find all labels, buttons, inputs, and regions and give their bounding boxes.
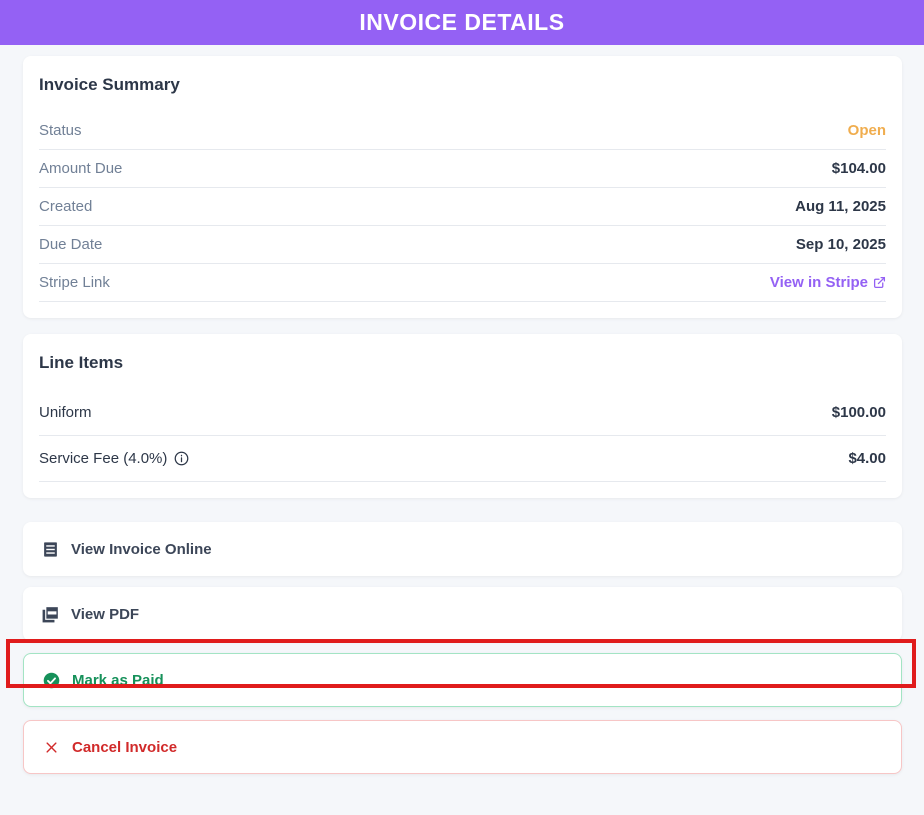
- created-label: Created: [39, 198, 93, 215]
- line-item-label: Service Fee (4.0%): [39, 450, 168, 467]
- due-date-value: Sep 10, 2025: [795, 236, 886, 253]
- line-items-title: Line Items: [39, 353, 124, 372]
- line-item-amount: $100.00: [831, 404, 886, 421]
- invoice-summary-card: Invoice Summary Status Open Amount Due $…: [23, 56, 902, 318]
- mark-as-paid-button[interactable]: Mark as Paid: [23, 653, 902, 707]
- amount-due-label: Amount Due: [39, 160, 123, 177]
- summary-row-amount-due: Amount Due $104.00: [39, 150, 886, 188]
- check-circle-icon: [41, 670, 61, 690]
- page-title: INVOICE DETAILS: [359, 9, 565, 35]
- cancel-invoice-button[interactable]: Cancel Invoice: [23, 720, 902, 774]
- external-link-icon: [873, 276, 886, 289]
- status-badge: Open: [847, 122, 886, 139]
- mark-as-paid-label: Mark as Paid: [72, 671, 164, 689]
- line-item-label: Uniform: [39, 404, 92, 421]
- due-date-label: Due Date: [39, 236, 103, 253]
- line-item-row: Service Fee (4.0%) $4.00: [39, 436, 886, 482]
- view-invoice-online-button[interactable]: View Invoice Online: [23, 522, 902, 576]
- service-fee-label-group: Service Fee (4.0%): [39, 450, 189, 467]
- line-item-row: Uniform $100.00: [39, 390, 886, 436]
- pdf-icon: [40, 604, 60, 624]
- header-bar: INVOICE DETAILS: [0, 0, 924, 45]
- view-pdf-button[interactable]: View PDF: [23, 587, 902, 641]
- stripe-link-label: Stripe Link: [39, 274, 110, 291]
- info-icon[interactable]: [174, 451, 189, 466]
- line-item-amount: $4.00: [848, 450, 886, 467]
- status-label: Status: [39, 122, 82, 139]
- invoice-summary-title: Invoice Summary: [39, 75, 180, 94]
- created-value: Aug 11, 2025: [795, 198, 886, 215]
- view-in-stripe-link[interactable]: View in Stripe: [770, 274, 886, 291]
- close-icon: [41, 737, 61, 757]
- summary-row-created: Created Aug 11, 2025: [39, 188, 886, 226]
- line-items-card: Line Items Uniform $100.00 Service Fee (…: [23, 334, 902, 498]
- receipt-icon: [40, 539, 60, 559]
- amount-due-value: $104.00: [831, 160, 886, 177]
- summary-row-due-date: Due Date Sep 10, 2025: [39, 226, 886, 264]
- view-pdf-label: View PDF: [71, 605, 140, 623]
- view-in-stripe-label: View in Stripe: [769, 274, 868, 291]
- cancel-invoice-label: Cancel Invoice: [72, 738, 178, 756]
- view-invoice-online-label: View Invoice Online: [71, 540, 212, 558]
- summary-row-stripe-link: Stripe Link View in Stripe: [39, 264, 886, 302]
- summary-row-status: Status Open: [39, 112, 886, 150]
